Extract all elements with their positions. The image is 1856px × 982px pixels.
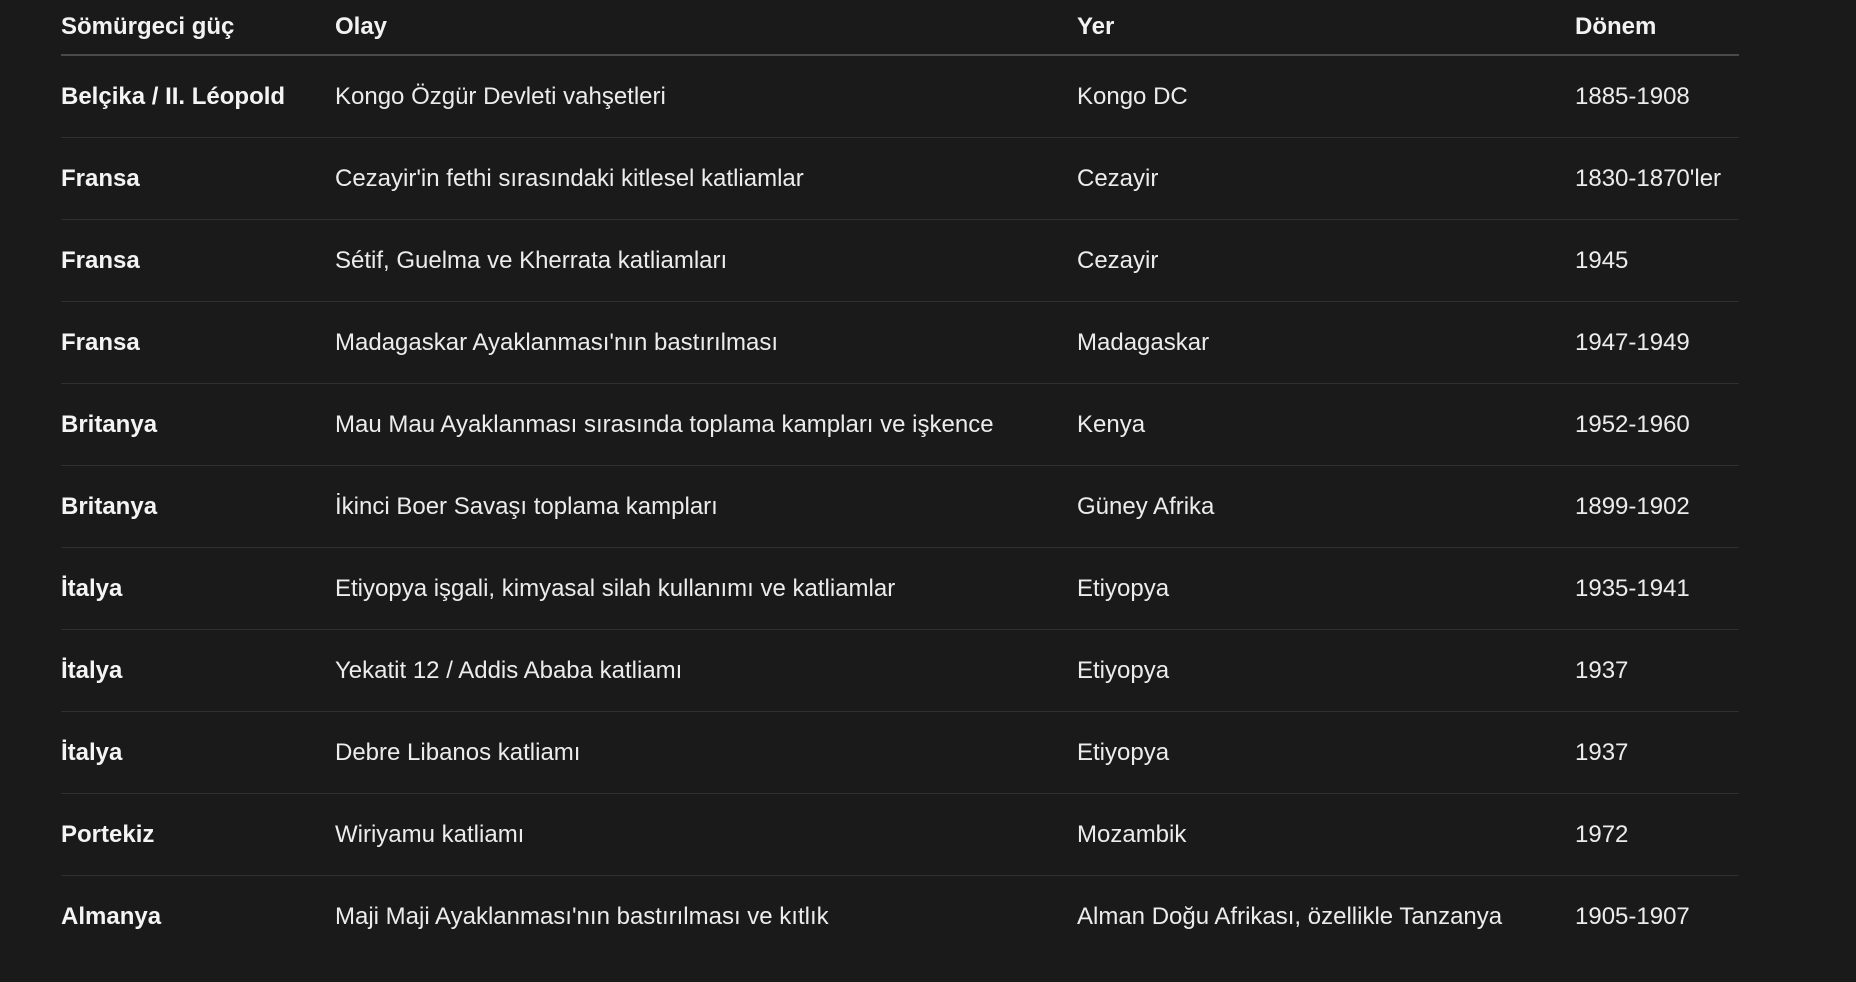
table-row: İtalya Debre Libanos katliamı Etiyopya 1… bbox=[61, 711, 1739, 794]
table-row: Portekiz Wiriyamu katliamı Mozambik 1972 bbox=[61, 793, 1739, 876]
cell-location: Alman Doğu Afrikası, özellikle Tanzanya bbox=[1077, 902, 1503, 930]
cell-period: 1885-1908 bbox=[1575, 55, 1739, 138]
cell-event: Etiyopya işgali, kimyasal silah kullanım… bbox=[335, 547, 1077, 630]
cell-event: Sétif, Guelma ve Kherrata katliamları bbox=[335, 219, 1077, 302]
cell-event: Mau Mau Ayaklanması sırasında toplama ka… bbox=[335, 383, 1077, 466]
cell-event: İkinci Boer Savaşı toplama kampları bbox=[335, 465, 1077, 548]
header-event: Olay bbox=[335, 0, 1077, 56]
header-period: Dönem bbox=[1575, 0, 1739, 56]
table-row: İtalya Yekatit 12 / Addis Ababa katliamı… bbox=[61, 629, 1739, 712]
header-row: Sömürgeci güç Olay Yer Dönem bbox=[61, 0, 1739, 56]
cell-event: Madagaskar Ayaklanması'nın bastırılması bbox=[335, 301, 1077, 384]
cell-colonial-power: Almanya bbox=[61, 902, 162, 930]
table-header: Sömürgeci güç Olay Yer Dönem bbox=[61, 0, 1739, 56]
cell-location: Mozambik bbox=[1077, 793, 1575, 876]
cell-location: Kongo DC bbox=[1077, 55, 1575, 138]
cell-colonial-power: Britanya bbox=[61, 465, 335, 548]
cell-period: 1937 bbox=[1575, 629, 1739, 712]
cell-location: Madagaskar bbox=[1077, 301, 1575, 384]
table-row: Britanya İkinci Boer Savaşı toplama kamp… bbox=[61, 465, 1739, 548]
cell-colonial-power: Fransa bbox=[61, 219, 335, 302]
cell-location: Güney Afrika bbox=[1077, 465, 1575, 548]
cell-location: Kenya bbox=[1077, 383, 1575, 466]
table-row: Fransa Madagaskar Ayaklanması'nın bastır… bbox=[61, 301, 1739, 384]
header-colonial-power: Sömürgeci güç bbox=[61, 0, 335, 56]
cell-period: 1947-1949 bbox=[1575, 301, 1739, 384]
table-row: Belçika / II. Léopold Kongo Özgür Devlet… bbox=[61, 55, 1739, 138]
cell-period: 1830-1870'ler bbox=[1575, 137, 1739, 220]
cell-colonial-power: İtalya bbox=[61, 711, 335, 794]
cell-colonial-power: Fransa bbox=[61, 137, 335, 220]
cell-event: Cezayir'in fethi sırasındaki kitlesel ka… bbox=[335, 137, 1077, 220]
cell-location: Cezayir bbox=[1077, 137, 1575, 220]
cell-location: Etiyopya bbox=[1077, 547, 1575, 630]
table-row: Fransa Cezayir'in fethi sırasındaki kitl… bbox=[61, 137, 1739, 220]
table-row: İtalya Etiyopya işgali, kimyasal silah k… bbox=[61, 547, 1739, 630]
header-location: Yer bbox=[1077, 0, 1575, 56]
cell-event: Wiriyamu katliamı bbox=[335, 793, 1077, 876]
cell-event: Yekatit 12 / Addis Ababa katliamı bbox=[335, 629, 1077, 712]
cell-period: 1937 bbox=[1575, 711, 1739, 794]
cell-period: 1945 bbox=[1575, 219, 1739, 302]
cell-colonial-power: İtalya bbox=[61, 547, 335, 630]
cell-event: Debre Libanos katliamı bbox=[335, 711, 1077, 794]
cell-colonial-power: Britanya bbox=[61, 383, 335, 466]
cell-event: Kongo Özgür Devleti vahşetleri bbox=[335, 55, 1077, 138]
cell-location: Etiyopya bbox=[1077, 711, 1575, 794]
cell-colonial-power: İtalya bbox=[61, 629, 335, 712]
cell-location: Cezayir bbox=[1077, 219, 1575, 302]
cell-period: 1899-1902 bbox=[1575, 465, 1739, 548]
cell-period: 1935-1941 bbox=[1575, 547, 1739, 630]
cell-location: Etiyopya bbox=[1077, 629, 1575, 712]
data-table-container: Sömürgeci güç Olay Yer Dönem Belçika / I… bbox=[61, 0, 1739, 957]
cell-colonial-power: Portekiz bbox=[61, 793, 335, 876]
cell-period: 1972 bbox=[1575, 793, 1739, 876]
colonial-events-table: Sömürgeci güç Olay Yer Dönem Belçika / I… bbox=[61, 0, 1739, 957]
cell-colonial-power: Fransa bbox=[61, 301, 335, 384]
cell-colonial-power: Belçika / II. Léopold bbox=[61, 55, 335, 138]
table-row: Fransa Sétif, Guelma ve Kherrata katliam… bbox=[61, 219, 1739, 302]
table-row: Britanya Mau Mau Ayaklanması sırasında t… bbox=[61, 383, 1739, 466]
table-row: Almanya Maji Maji Ayaklanması'nın bastır… bbox=[61, 876, 1739, 958]
cell-event: Maji Maji Ayaklanması'nın bastırılması v… bbox=[335, 902, 829, 930]
cell-period: 1905-1907 bbox=[1575, 902, 1690, 930]
cell-period: 1952-1960 bbox=[1575, 383, 1739, 466]
table-body: Belçika / II. Léopold Kongo Özgür Devlet… bbox=[61, 55, 1739, 957]
